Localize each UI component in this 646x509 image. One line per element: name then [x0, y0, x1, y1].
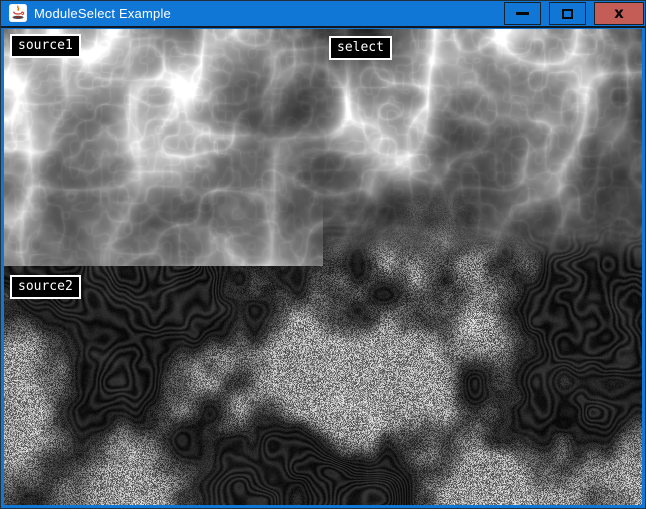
label-select: select — [329, 36, 392, 60]
minimize-icon — [516, 12, 529, 15]
java-coffee-cup-icon — [9, 4, 27, 22]
close-icon: x — [614, 6, 624, 21]
titlebar[interactable]: ModuleSelect Example x — [1, 1, 645, 28]
window-controls: x — [504, 2, 644, 25]
minimize-button[interactable] — [504, 2, 541, 25]
label-source2: source2 — [10, 275, 81, 299]
maximize-icon — [562, 9, 573, 19]
maximize-button[interactable] — [549, 2, 586, 25]
label-source1: source1 — [10, 34, 81, 58]
app-window: ModuleSelect Example x source1 select so… — [0, 0, 646, 509]
source1-image — [4, 29, 323, 266]
render-viewport: source1 select source2 — [4, 29, 642, 505]
window-title: ModuleSelect Example — [34, 1, 171, 26]
close-button[interactable]: x — [594, 2, 644, 25]
source2-image — [4, 266, 642, 505]
